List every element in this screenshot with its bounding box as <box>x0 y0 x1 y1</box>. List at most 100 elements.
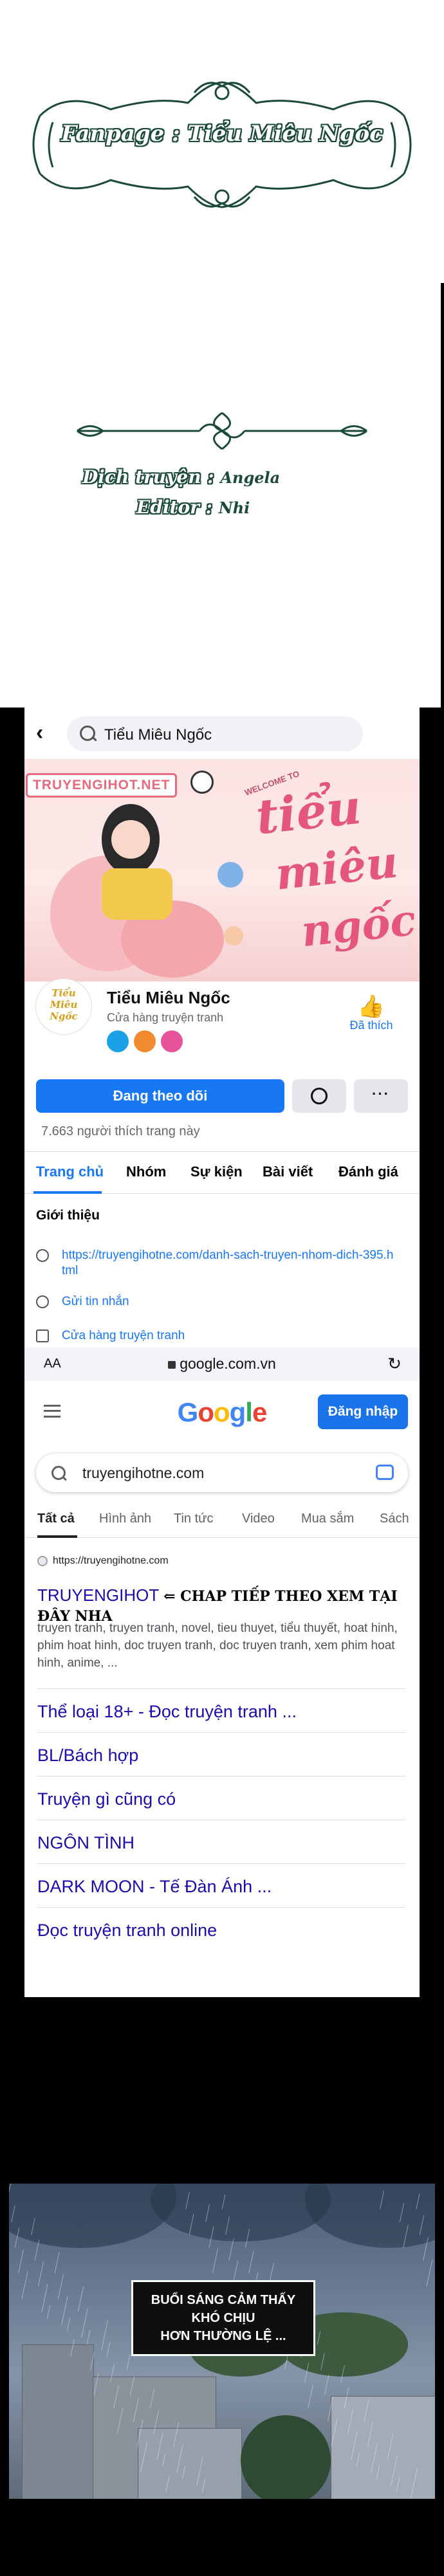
logo-letter: o <box>213 1397 230 1427</box>
action-buttons: Đang theo dõi ··· <box>36 1079 408 1113</box>
tab-events[interactable]: Sự kiện <box>190 1164 243 1180</box>
badge-icon-2 <box>134 1030 156 1052</box>
messenger-button[interactable] <box>292 1079 346 1113</box>
active-tab-indicator <box>33 1191 102 1194</box>
translator-name: Angela <box>220 468 281 487</box>
sitelink-label: DARK MOON - Tế Đàn Ánh ... <box>37 1877 272 1896</box>
page-avatar[interactable]: Tiểu Miêu Ngốc <box>36 979 91 1034</box>
following-button[interactable]: Đang theo dõi <box>36 1079 284 1113</box>
tab-home[interactable]: Trang chủ <box>36 1164 104 1180</box>
gtab-video[interactable]: Video <box>242 1512 275 1526</box>
editor-credit: Editor : Nhi <box>136 497 250 518</box>
intro-shop[interactable]: Cửa hàng truyện tranh <box>62 1328 185 1344</box>
sitelink-2[interactable]: BL/Bách hợp <box>37 1732 405 1777</box>
rain-streak <box>308 2384 313 2409</box>
facebook-search-bar[interactable]: Tiểu Miêu Ngốc <box>67 717 363 751</box>
rain-streak <box>248 2251 254 2274</box>
gtab-news[interactable]: Tin tức <box>174 1512 214 1526</box>
gtab-shopping[interactable]: Mua sắm <box>301 1512 354 1526</box>
sitelink-label: Đọc truyện tranh online <box>37 1921 217 1940</box>
intro-shop-row[interactable]: Cửa hàng truyện tranh <box>36 1328 409 1346</box>
tab-groups[interactable]: Nhóm <box>126 1164 166 1180</box>
sitelink-5[interactable]: DARK MOON - Tế Đàn Ánh ... <box>37 1863 405 1908</box>
translator-credit: Dịch truyện : Angela <box>82 466 280 488</box>
building <box>22 2344 94 2499</box>
search-query[interactable]: truyengihotne.com <box>82 1465 204 1482</box>
rain-streak <box>212 2248 219 2274</box>
sitelink-6[interactable]: Đọc truyện tranh online <box>37 1907 405 1951</box>
badge-icon-3 <box>161 1030 183 1052</box>
thumbs-up-icon: 👍 <box>357 994 385 1019</box>
google-tabs: Tất cả Hình ảnh Tin tức Video Mua sắm Sá… <box>24 1505 420 1538</box>
rain-streak <box>101 2320 108 2351</box>
active-gtab-indicator <box>37 1535 77 1538</box>
logo-letter: e <box>252 1397 267 1427</box>
sitelink-label: Thể loại 18+ - Đọc truyện tranh ... <box>37 1702 297 1721</box>
google-search-box[interactable]: truyengihotne.com <box>36 1454 408 1492</box>
rain-streak <box>86 2330 91 2344</box>
google-header: Google Đăng nhập <box>24 1389 420 1434</box>
rain-streak <box>41 2283 48 2312</box>
black-strip <box>441 283 444 708</box>
lock-icon <box>168 1360 176 1369</box>
tab-reviews[interactable]: Đánh giá <box>338 1164 398 1180</box>
intro-link[interactable]: https://truyengihotne.com/danh-sach-truy… <box>62 1248 396 1279</box>
cover-photo[interactable]: TRUYENGIHOT.NET WELCOME TO tiểu miêu ngố… <box>24 759 420 982</box>
rain-streak <box>324 2375 329 2396</box>
shop-icon <box>36 1329 49 1342</box>
building <box>331 2396 435 2499</box>
sitelink-3[interactable]: Truyện gì cũng có <box>37 1776 405 1820</box>
safari-address-bar[interactable]: AA google.com.vn ↻ <box>24 1347 420 1381</box>
globe-icon <box>36 1249 49 1262</box>
result-snippet: truyen tranh, truyen tranh, novel, tieu … <box>37 1621 398 1670</box>
translator-label: Dịch truyện : <box>82 466 214 488</box>
rain-streak <box>34 2240 40 2261</box>
liked-button[interactable]: 👍 Đã thích <box>342 994 400 1032</box>
sitelink-1[interactable]: Thể loại 18+ - Đọc truyện tranh ... <box>37 1688 405 1733</box>
result-site[interactable]: https://truyengihotne.com <box>37 1555 169 1567</box>
intro-title: Giới thiệu <box>36 1208 100 1223</box>
sitelink-4[interactable]: NGÔN TÌNH <box>37 1820 405 1864</box>
site-url: https://truyengihotne.com <box>53 1555 169 1566</box>
rain-streak <box>106 2342 111 2357</box>
rain-streak <box>126 2354 131 2370</box>
rain-streak <box>66 2317 71 2332</box>
more-button[interactable]: ··· <box>354 1079 408 1113</box>
cover-script-2: miêu <box>273 836 401 900</box>
rain-streak <box>18 2249 24 2274</box>
editor-label: Editor : <box>136 497 213 518</box>
tab-posts[interactable]: Bài viết <box>263 1164 313 1180</box>
page-name: Tiểu Miêu Ngốc <box>107 988 230 1007</box>
speech-line-1: BUỔI SÁNG CẢM THẤY KHÓ CHỊU <box>151 2293 296 2325</box>
gtab-all[interactable]: Tất cả <box>37 1512 75 1526</box>
sitelink-label: Truyện gì cũng có <box>37 1789 176 1809</box>
sitelink-label: BL/Bách hợp <box>37 1746 139 1765</box>
cover-script-3: ngốc <box>299 894 418 957</box>
logo-letter: G <box>177 1397 199 1427</box>
speech-line-2: HƠN THƯỜNG LỆ ... <box>160 2329 286 2343</box>
intro-link-row[interactable]: https://truyengihotne.com/danh-sach-truy… <box>36 1248 409 1281</box>
back-arrow-icon[interactable]: ‹ <box>36 720 43 745</box>
liked-label: Đã thích <box>349 1019 393 1032</box>
messenger-small-icon <box>36 1295 49 1308</box>
address-url[interactable]: google.com.vn <box>24 1355 420 1373</box>
reload-icon[interactable]: ↻ <box>387 1354 402 1374</box>
search-text: Tiểu Miêu Ngốc <box>104 726 212 744</box>
url-text: google.com.vn <box>180 1355 276 1372</box>
gtab-images[interactable]: Hình ảnh <box>99 1512 151 1526</box>
intro-message-row[interactable]: Gửi tin nhắn <box>36 1294 409 1312</box>
intro-message[interactable]: Gửi tin nhắn <box>62 1294 129 1310</box>
logo-letter: l <box>245 1397 253 1427</box>
login-button[interactable]: Đăng nhập <box>318 1394 408 1429</box>
gtab-books[interactable]: Sách <box>380 1512 409 1526</box>
rain-streak <box>61 2296 68 2325</box>
badge-icon-1 <box>107 1030 129 1052</box>
page-category: Cửa hàng truyện tranh <box>107 1011 224 1024</box>
page-tabs: Trang chủ Nhóm Sự kiện Bài viết Đánh giá <box>24 1151 420 1194</box>
rain-streak <box>37 2261 44 2287</box>
cloud <box>151 2184 331 2242</box>
result-title-text: TRUYENGIHOT <box>37 1585 159 1605</box>
cloud <box>305 2184 435 2248</box>
camera-icon[interactable] <box>376 1465 394 1480</box>
logo-letter: g <box>229 1397 246 1427</box>
